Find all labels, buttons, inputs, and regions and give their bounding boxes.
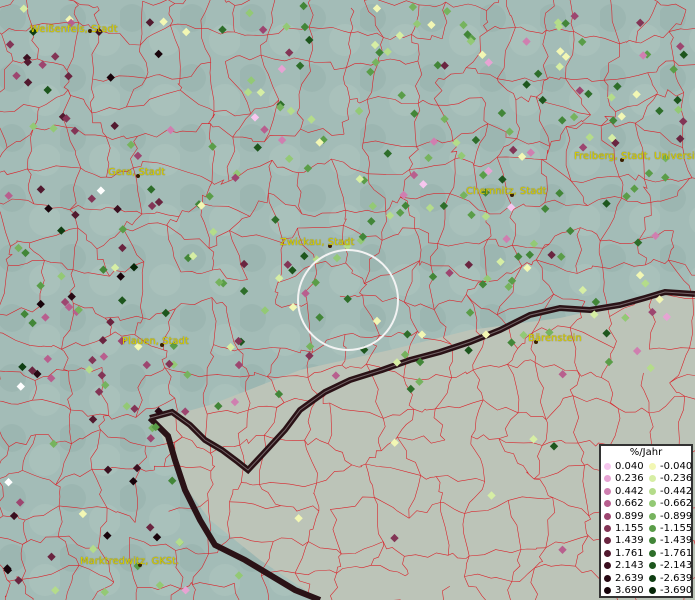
legend-value: -0.662: [660, 498, 693, 510]
legend-swatch: [649, 549, 656, 557]
legend-row-positive: 0.236: [604, 473, 648, 485]
legend-value: 2.639: [615, 572, 644, 584]
legend-value: 2.143: [615, 560, 644, 572]
legend-value: -0.899: [660, 510, 693, 522]
legend-row-negative: -2.639: [649, 573, 693, 585]
legend-swatch: [604, 537, 611, 545]
legend-row-negative: -1.439: [649, 535, 693, 547]
city-label-chemnitz[interactable]: Chemnitz, Stadt: [466, 186, 547, 197]
legend-swatch: [649, 574, 656, 582]
legend-row-positive: 0.442: [604, 486, 648, 498]
legend-value: -1.155: [660, 523, 693, 534]
map-canvas[interactable]: [0, 0, 695, 600]
legend-swatch: [604, 587, 611, 594]
legend-value: -2.639: [660, 572, 693, 584]
legend-panel: %/Jahr 0.040 0.236 0.442 0.662 0.899 1.155 1.4…: [599, 444, 693, 598]
legend-title: %/Jahr: [629, 447, 663, 458]
legend-swatch: [604, 487, 611, 495]
legend-row-positive: 0.040: [604, 461, 648, 473]
legend-row-negative: -0.040: [649, 461, 693, 473]
legend-row-positive: 2.143: [604, 560, 648, 572]
legend-value: 0.236: [615, 473, 644, 485]
city-label-baerenstein[interactable]: Bärenstein: [528, 333, 582, 344]
legend-swatch: [649, 463, 656, 470]
legend-swatch: [604, 500, 611, 508]
legend-swatch: [604, 574, 611, 582]
legend-swatch: [649, 537, 656, 545]
legend-value: -1.439: [660, 535, 693, 547]
legend-swatch: [649, 487, 656, 495]
legend-value: -0.442: [660, 485, 693, 497]
legend-row-positive: 0.899: [604, 511, 648, 523]
legend-value: 0.040: [615, 461, 644, 472]
legend-swatch: [604, 525, 611, 532]
legend-value: -1.761: [660, 547, 693, 559]
city-label-marktredwitz[interactable]: Marktredwitz, GKSt.: [80, 556, 179, 567]
legend-value: 0.442: [615, 485, 644, 497]
legend-row-positive: 1.439: [604, 535, 648, 547]
legend-swatch: [649, 512, 656, 520]
legend-value: -2.143: [660, 560, 693, 572]
legend-swatch: [604, 549, 611, 557]
legend-row-negative: -2.143: [649, 560, 693, 572]
city-label-gera[interactable]: Gera, Stadt: [108, 167, 165, 178]
legend-row-negative: -0.442: [649, 486, 693, 498]
legend-value: 1.761: [615, 547, 644, 559]
legend-row-positive: 1.761: [604, 548, 648, 560]
legend-value: 0.662: [615, 498, 644, 510]
legend-swatch: [604, 463, 611, 470]
legend-value: -3.690: [660, 585, 693, 596]
legend-row-negative: -0.662: [649, 498, 693, 510]
legend-value: -0.236: [660, 473, 693, 485]
legend-row-negative: -1.155: [649, 523, 693, 535]
legend-swatch: [649, 587, 656, 594]
legend-row-positive: 3.690: [604, 585, 648, 597]
legend-value: 1.439: [615, 535, 644, 547]
legend-row-positive: 2.639: [604, 573, 648, 585]
legend-value: -0.040: [660, 461, 693, 472]
legend-value: 0.899: [615, 510, 644, 522]
city-label-plauen[interactable]: Plauen, Stadt: [122, 336, 189, 347]
city-label-zwickau[interactable]: Zwickau, Stadt: [280, 237, 354, 248]
legend-swatch: [649, 525, 656, 532]
city-label-weissenfels[interactable]: Weißenfels, Stadt: [30, 24, 118, 35]
legend-row-negative: -0.899: [649, 511, 693, 523]
legend-row-positive: 1.155: [604, 523, 648, 535]
legend-swatch: [649, 500, 656, 508]
legend-swatch: [604, 475, 611, 483]
legend-row-negative: -3.690: [649, 585, 693, 597]
city-label-freiberg[interactable]: Freiberg, Stadt, Universität: [574, 151, 695, 162]
legend-row-negative: -0.236: [649, 473, 693, 485]
legend-row-negative: -1.761: [649, 548, 693, 560]
legend-swatch: [604, 562, 611, 570]
legend-row-positive: 0.662: [604, 498, 648, 510]
legend-swatch: [649, 475, 656, 483]
legend-value: 1.155: [615, 523, 644, 534]
legend-value: 3.690: [615, 585, 644, 596]
legend-swatch: [649, 562, 656, 570]
legend-swatch: [604, 512, 611, 520]
